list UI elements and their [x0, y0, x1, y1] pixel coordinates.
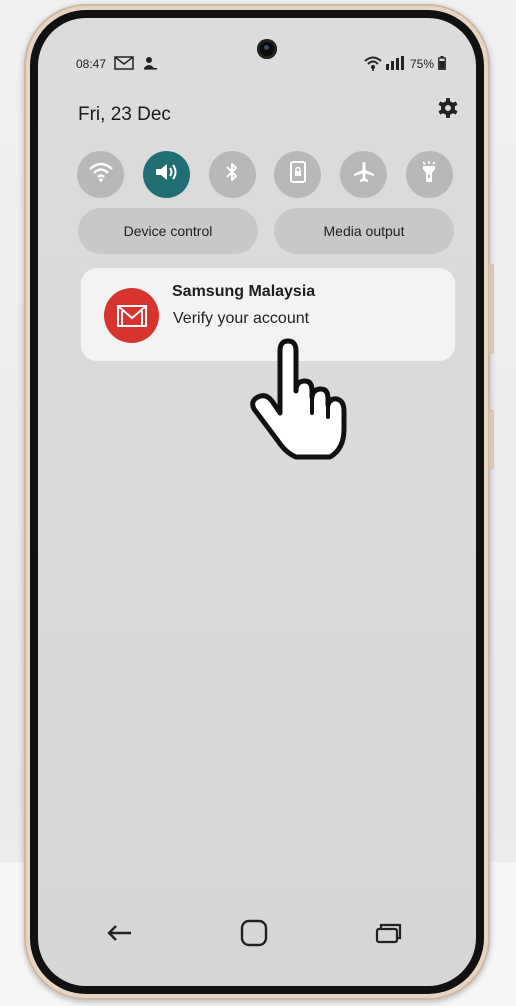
bluetooth-icon [223, 160, 241, 189]
notification-panel: 08:47 75% Fri, 23 Dec Device control Med… [38, 18, 476, 986]
home-icon[interactable] [237, 916, 271, 950]
wifi-status-icon [364, 55, 382, 74]
status-bar: 08:47 75% [76, 53, 446, 75]
volume-button [489, 264, 494, 354]
status-time: 08:47 [76, 57, 107, 71]
sound-toggle[interactable] [142, 151, 190, 198]
pointing-hand-cursor-icon [250, 338, 347, 460]
quick-settings-row [77, 151, 453, 198]
wifi-icon [88, 161, 114, 188]
airplane-icon [352, 160, 376, 189]
airplane-mode-toggle[interactable] [340, 151, 388, 198]
portrait-lock-icon [288, 160, 308, 189]
navigation-bar [38, 908, 476, 958]
media-output-button[interactable]: Media output [274, 208, 454, 254]
phone-frame: 08:47 75% Fri, 23 Dec Device control Med… [24, 4, 494, 1000]
battery-percent: 75% [409, 57, 434, 71]
device-control-button[interactable]: Device control [78, 208, 258, 254]
signal-icon [385, 55, 406, 73]
phone-bezel: 08:47 75% Fri, 23 Dec Device control Med… [30, 10, 484, 994]
bluetooth-toggle[interactable] [208, 151, 256, 198]
flashlight-icon [419, 160, 439, 189]
recents-icon[interactable] [371, 916, 405, 950]
notification-title: Samsung Malaysia [172, 283, 316, 300]
portrait-lock-toggle[interactable] [274, 151, 322, 198]
sound-icon [153, 161, 179, 188]
person-download-icon [142, 56, 158, 73]
settings-gear-icon[interactable] [436, 96, 460, 120]
back-icon[interactable] [102, 916, 136, 950]
battery-icon [438, 55, 446, 73]
gmail-icon [104, 288, 159, 343]
notification-body: Verify your account [173, 310, 310, 327]
wifi-toggle[interactable] [77, 151, 124, 198]
panel-buttons-row: Device control Media output [78, 208, 454, 254]
panel-date: Fri, 23 Dec [78, 104, 171, 125]
mail-icon [114, 55, 134, 73]
power-button [489, 409, 494, 469]
flashlight-toggle[interactable] [405, 151, 453, 198]
